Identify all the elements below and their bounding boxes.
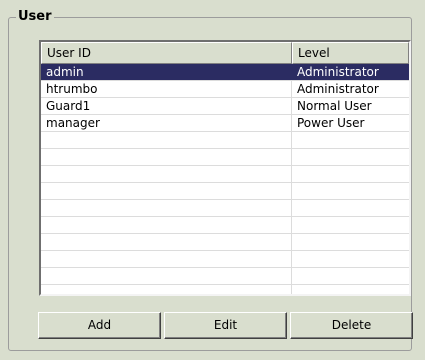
cell-user-id: Guard1 [41,98,292,114]
empty-cell [41,251,292,267]
table-row[interactable]: htrumbo Administrator [41,81,409,98]
empty-row [41,132,409,149]
cell-level: Normal User [297,99,372,113]
empty-row [41,200,409,217]
cell-user-id: admin [41,64,292,80]
cell-level: Administrator [297,82,379,96]
empty-cell [41,183,292,199]
empty-cell [292,234,409,250]
edit-button[interactable]: Edit [164,312,287,339]
add-button[interactable]: Add [38,312,161,339]
delete-button[interactable]: Delete [290,312,413,339]
empty-cell [41,268,292,284]
table-row[interactable]: manager Power User [41,115,409,132]
table-row[interactable]: admin Administrator [41,64,409,81]
cell-level: Power User [297,116,365,130]
empty-cell [292,268,409,284]
empty-cell [292,166,409,182]
empty-row [41,268,409,285]
cell-level: Administrator [297,65,379,79]
list-rows: admin Administrator htrumbo Administrato… [41,64,409,294]
empty-cell [41,149,292,165]
empty-cell [41,132,292,148]
column-header-level[interactable]: Level [292,42,409,64]
group-title: User [16,9,54,25]
empty-cell [292,183,409,199]
empty-cell [292,251,409,267]
empty-cell [292,200,409,216]
table-row[interactable]: Guard1 Normal User [41,98,409,115]
empty-cell [41,217,292,233]
empty-cell [41,234,292,250]
empty-row [41,183,409,200]
empty-cell [292,149,409,165]
empty-row [41,166,409,183]
list-header: User ID Level [41,42,409,64]
empty-cell [292,285,409,294]
empty-cell [292,132,409,148]
empty-cell [41,166,292,182]
empty-cell [292,217,409,233]
cell-user-id: manager [41,115,292,131]
empty-row [41,217,409,234]
column-header-user-id[interactable]: User ID [41,42,292,64]
user-list[interactable]: User ID Level admin Administrator htrumb… [39,40,411,296]
cell-user-id: htrumbo [41,81,292,97]
empty-cell [41,285,292,294]
empty-row [41,285,409,294]
empty-row [41,234,409,251]
empty-row [41,149,409,166]
empty-cell [41,200,292,216]
empty-row [41,251,409,268]
